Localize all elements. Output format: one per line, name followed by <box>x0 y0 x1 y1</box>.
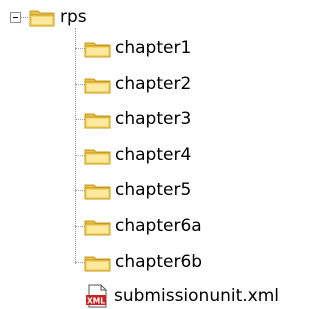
collapse-toggle[interactable] <box>10 12 21 23</box>
folder-tree: rps chapter1 chapter2 chapter3 chapter4 … <box>0 0 295 309</box>
tree-node-submissionunit-xml[interactable]: XML submissionunit.xml <box>83 284 279 308</box>
folder-icon <box>84 184 111 200</box>
tree-node-chapter3[interactable]: chapter3 <box>83 107 191 131</box>
tree-node-rps[interactable]: rps <box>28 5 87 29</box>
tree-node-label: chapter6a <box>115 216 202 236</box>
tree-connector-root <box>75 28 76 264</box>
folder-icon <box>84 256 111 272</box>
folder-icon <box>84 78 111 94</box>
xml-badge-text: XML <box>87 297 105 306</box>
xml-file-icon: XML <box>86 284 107 308</box>
tree-node-label: chapter1 <box>115 38 192 58</box>
tree-connector-root-h <box>20 17 28 18</box>
tree-node-label: chapter2 <box>115 74 192 94</box>
tree-node-label: rps <box>60 7 87 27</box>
tree-node-chapter6a[interactable]: chapter6a <box>83 214 202 238</box>
tree-node-label: chapter6b <box>115 252 203 272</box>
tree-node-chapter4[interactable]: chapter4 <box>83 143 191 167</box>
folder-icon <box>84 42 111 58</box>
tree-node-chapter1[interactable]: chapter1 <box>83 36 191 60</box>
folder-icon <box>84 149 111 165</box>
tree-node-chapter6b[interactable]: chapter6b <box>83 250 202 274</box>
tree-node-label: submissionunit.xml <box>114 286 280 306</box>
tree-node-label: chapter5 <box>115 180 192 200</box>
folder-icon <box>84 113 111 129</box>
tree-node-label: chapter4 <box>115 145 192 165</box>
folder-icon <box>84 220 111 236</box>
tree-node-chapter2[interactable]: chapter2 <box>83 72 191 96</box>
tree-node-label: chapter3 <box>115 109 192 129</box>
folder-open-icon <box>29 10 55 27</box>
tree-node-chapter5[interactable]: chapter5 <box>83 178 191 202</box>
minus-icon <box>13 17 18 18</box>
